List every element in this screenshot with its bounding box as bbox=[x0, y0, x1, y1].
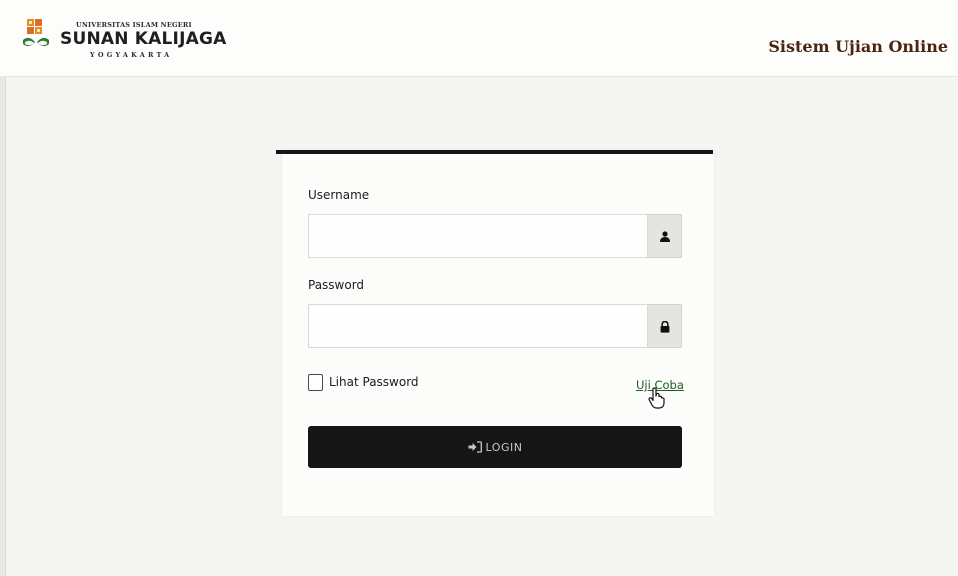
login-button[interactable]: LOGIN bbox=[308, 426, 682, 468]
password-input[interactable] bbox=[308, 304, 648, 348]
username-input-group bbox=[308, 214, 682, 258]
password-addon bbox=[648, 304, 682, 348]
header: UNIVERSITAS ISLAM NEGERI SUNAN KALIJAGA … bbox=[0, 0, 958, 77]
show-password-checkbox[interactable] bbox=[308, 374, 323, 391]
university-logo[interactable]: UNIVERSITAS ISLAM NEGERI SUNAN KALIJAGA … bbox=[20, 18, 226, 59]
logo-title: SUNAN KALIJAGA bbox=[60, 29, 227, 49]
sign-in-icon bbox=[468, 441, 482, 453]
login-page: UNIVERSITAS ISLAM NEGERI SUNAN KALIJAGA … bbox=[0, 0, 958, 576]
app-title: Sistem Ujian Online bbox=[768, 37, 948, 56]
logo-emblem-icon bbox=[23, 19, 49, 47]
lock-icon bbox=[660, 321, 670, 333]
username-input[interactable] bbox=[308, 214, 648, 258]
username-label: Username bbox=[308, 188, 370, 202]
login-card: Username Password Lihat Password Uji Cob… bbox=[276, 150, 714, 516]
card-top-border bbox=[276, 150, 713, 154]
hand-pointer-icon bbox=[648, 387, 665, 409]
login-button-content: LOGIN bbox=[308, 426, 682, 468]
username-addon bbox=[648, 214, 682, 258]
logo-subtitle: UNIVERSITAS ISLAM NEGERI bbox=[76, 21, 192, 29]
user-icon bbox=[660, 231, 670, 242]
show-password-label[interactable]: Lihat Password bbox=[329, 375, 419, 389]
login-label: LOGIN bbox=[485, 440, 523, 454]
password-input-group bbox=[308, 304, 682, 348]
logo-city: YOGYAKARTA bbox=[90, 51, 173, 59]
password-label: Password bbox=[308, 278, 365, 292]
left-scroll-edge bbox=[0, 76, 6, 576]
